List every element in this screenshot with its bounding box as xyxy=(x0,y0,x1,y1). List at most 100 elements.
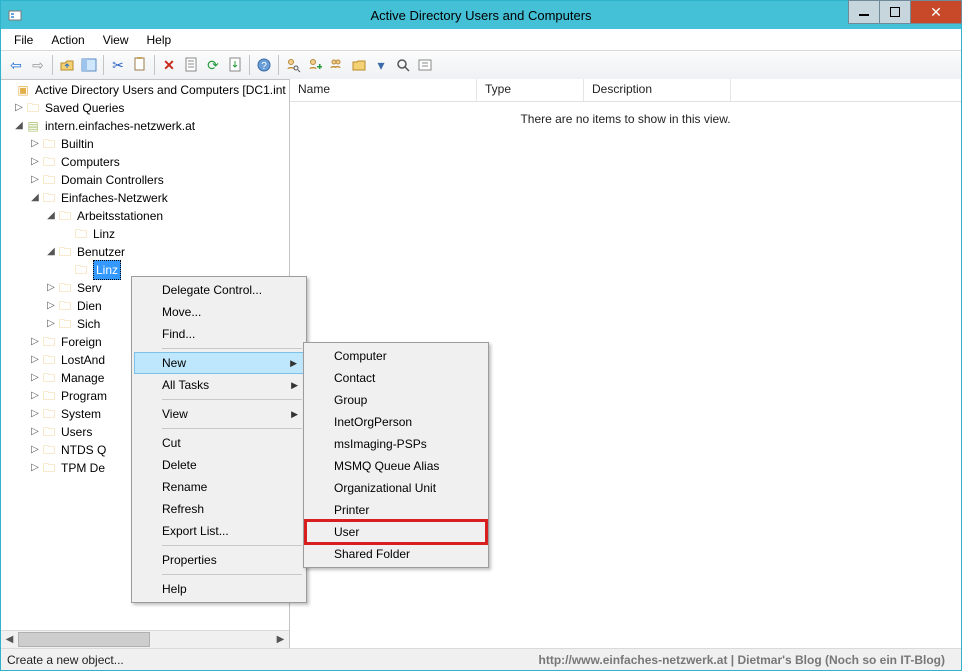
find-user-icon[interactable] xyxy=(282,54,304,76)
new-group[interactable]: Group xyxy=(306,389,486,411)
new-msmq-queue-alias[interactable]: MSMQ Queue Alias xyxy=(306,455,486,477)
expander-icon[interactable]: ▷ xyxy=(29,171,41,189)
nav-back-icon[interactable]: ⇦ xyxy=(5,54,27,76)
ctx-properties[interactable]: Properties xyxy=(134,549,304,571)
add-user-icon[interactable] xyxy=(304,54,326,76)
expander-icon[interactable]: ▷ xyxy=(45,315,57,333)
tree-sicherheit[interactable]: Sich xyxy=(77,315,100,333)
expander-icon[interactable]: ▷ xyxy=(29,459,41,477)
expander-icon[interactable]: ◢ xyxy=(13,117,25,135)
expander-icon[interactable]: ▷ xyxy=(29,423,41,441)
scrollbar-thumb[interactable] xyxy=(18,632,150,647)
tree-server[interactable]: Serv xyxy=(77,279,102,297)
tree-managed[interactable]: Manage xyxy=(61,369,104,387)
ctx-delete[interactable]: Delete xyxy=(134,454,304,476)
tree-arbeitsstationen-linz[interactable]: Linz xyxy=(93,225,115,243)
new-contact[interactable]: Contact xyxy=(306,367,486,389)
folder-icon: 🗀 xyxy=(41,370,57,386)
minimize-button[interactable] xyxy=(848,0,880,24)
ctx-find[interactable]: Find... xyxy=(134,323,304,345)
ctx-view[interactable]: View▶ xyxy=(134,403,304,425)
expander-icon[interactable]: ▷ xyxy=(29,387,41,405)
tree-saved-queries[interactable]: Saved Queries xyxy=(45,99,124,117)
expander-icon[interactable]: ▷ xyxy=(29,405,41,423)
expander-icon[interactable]: ▷ xyxy=(45,297,57,315)
nav-forward-icon[interactable]: ⇨ xyxy=(27,54,49,76)
new-computer[interactable]: Computer xyxy=(306,345,486,367)
ou-icon: 🗀 xyxy=(73,226,89,242)
menu-help[interactable]: Help xyxy=(138,31,181,49)
ou-icon: 🗀 xyxy=(73,262,89,278)
new-inetorgperson[interactable]: InetOrgPerson xyxy=(306,411,486,433)
scroll-left-icon[interactable]: ◀ xyxy=(1,631,18,648)
expander-icon[interactable]: ▷ xyxy=(29,369,41,387)
ctx-move[interactable]: Move... xyxy=(134,301,304,323)
ctx-delegate-control[interactable]: Delegate Control... xyxy=(134,279,304,301)
copy-icon[interactable] xyxy=(129,54,151,76)
tree-foreign[interactable]: Foreign xyxy=(61,333,102,351)
show-hide-tree-icon[interactable] xyxy=(78,54,100,76)
ctx-help[interactable]: Help xyxy=(134,578,304,600)
new-user[interactable]: User xyxy=(306,521,486,543)
expander-icon[interactable]: ◢ xyxy=(29,189,41,207)
tree-system[interactable]: System xyxy=(61,405,101,423)
ctx-rename[interactable]: Rename xyxy=(134,476,304,498)
close-button[interactable]: ✕ xyxy=(910,0,962,24)
query-icon[interactable] xyxy=(414,54,436,76)
tree-ntds[interactable]: NTDS Q xyxy=(61,441,106,459)
tree-benutzer[interactable]: Benutzer xyxy=(77,243,125,261)
scroll-right-icon[interactable]: ▶ xyxy=(272,631,289,648)
ctx-refresh[interactable]: Refresh xyxy=(134,498,304,520)
up-folder-icon[interactable] xyxy=(56,54,78,76)
add-group-icon[interactable] xyxy=(326,54,348,76)
export-list-icon[interactable] xyxy=(224,54,246,76)
column-type[interactable]: Type xyxy=(477,79,584,101)
new-ou-icon[interactable] xyxy=(348,54,370,76)
expander-icon[interactable]: ▷ xyxy=(29,351,41,369)
tree-tpm[interactable]: TPM De xyxy=(61,459,105,477)
delete-icon[interactable]: ✕ xyxy=(158,54,180,76)
ctx-all-tasks[interactable]: All Tasks▶ xyxy=(134,374,304,396)
tree-domain[interactable]: intern.einfaches-netzwerk.at xyxy=(45,117,195,135)
titlebar: Active Directory Users and Computers ✕ xyxy=(1,1,961,29)
cut-icon[interactable]: ✂ xyxy=(107,54,129,76)
tree-program[interactable]: Program xyxy=(61,387,107,405)
tree-computers[interactable]: Computers xyxy=(61,153,120,171)
tree-root[interactable]: Active Directory Users and Computers [DC… xyxy=(35,81,286,99)
tree-h-scrollbar[interactable]: ◀ ▶ xyxy=(1,630,289,648)
expander-icon[interactable]: ▷ xyxy=(29,333,41,351)
filter-icon[interactable]: ▾ xyxy=(370,54,392,76)
new-shared-folder[interactable]: Shared Folder xyxy=(306,543,486,565)
expander-icon[interactable]: ◢ xyxy=(45,207,57,225)
maximize-button[interactable] xyxy=(879,0,911,24)
expander-icon[interactable]: ▷ xyxy=(29,153,41,171)
refresh-icon[interactable]: ⟳ xyxy=(202,54,224,76)
column-name[interactable]: Name xyxy=(290,79,477,101)
menu-view[interactable]: View xyxy=(94,31,138,49)
tree-lostandfound[interactable]: LostAnd xyxy=(61,351,105,369)
menu-file[interactable]: File xyxy=(5,31,42,49)
new-printer[interactable]: Printer xyxy=(306,499,486,521)
tree-einfaches-netzwerk[interactable]: Einfaches-Netzwerk xyxy=(61,189,168,207)
search-icon[interactable] xyxy=(392,54,414,76)
tree-arbeitsstationen[interactable]: Arbeitsstationen xyxy=(77,207,163,225)
expander-icon[interactable]: ▷ xyxy=(13,99,25,117)
menu-action[interactable]: Action xyxy=(42,31,93,49)
tree-benutzer-linz[interactable]: Linz xyxy=(93,260,121,280)
expander-icon[interactable]: ▷ xyxy=(45,279,57,297)
expander-icon[interactable]: ▷ xyxy=(29,135,41,153)
expander-icon[interactable]: ▷ xyxy=(29,441,41,459)
new-msimaging-psps[interactable]: msImaging-PSPs xyxy=(306,433,486,455)
properties-icon[interactable] xyxy=(180,54,202,76)
tree-builtin[interactable]: Builtin xyxy=(61,135,94,153)
new-organizational-unit[interactable]: Organizational Unit xyxy=(306,477,486,499)
tree-domain-controllers[interactable]: Domain Controllers xyxy=(61,171,164,189)
expander-icon[interactable]: ◢ xyxy=(45,243,57,261)
help-icon[interactable]: ? xyxy=(253,54,275,76)
ctx-cut[interactable]: Cut xyxy=(134,432,304,454)
ctx-export-list[interactable]: Export List... xyxy=(134,520,304,542)
tree-users[interactable]: Users xyxy=(61,423,92,441)
ctx-new[interactable]: New▶ xyxy=(134,352,304,374)
tree-dienste[interactable]: Dien xyxy=(77,297,102,315)
column-description[interactable]: Description xyxy=(584,79,731,101)
